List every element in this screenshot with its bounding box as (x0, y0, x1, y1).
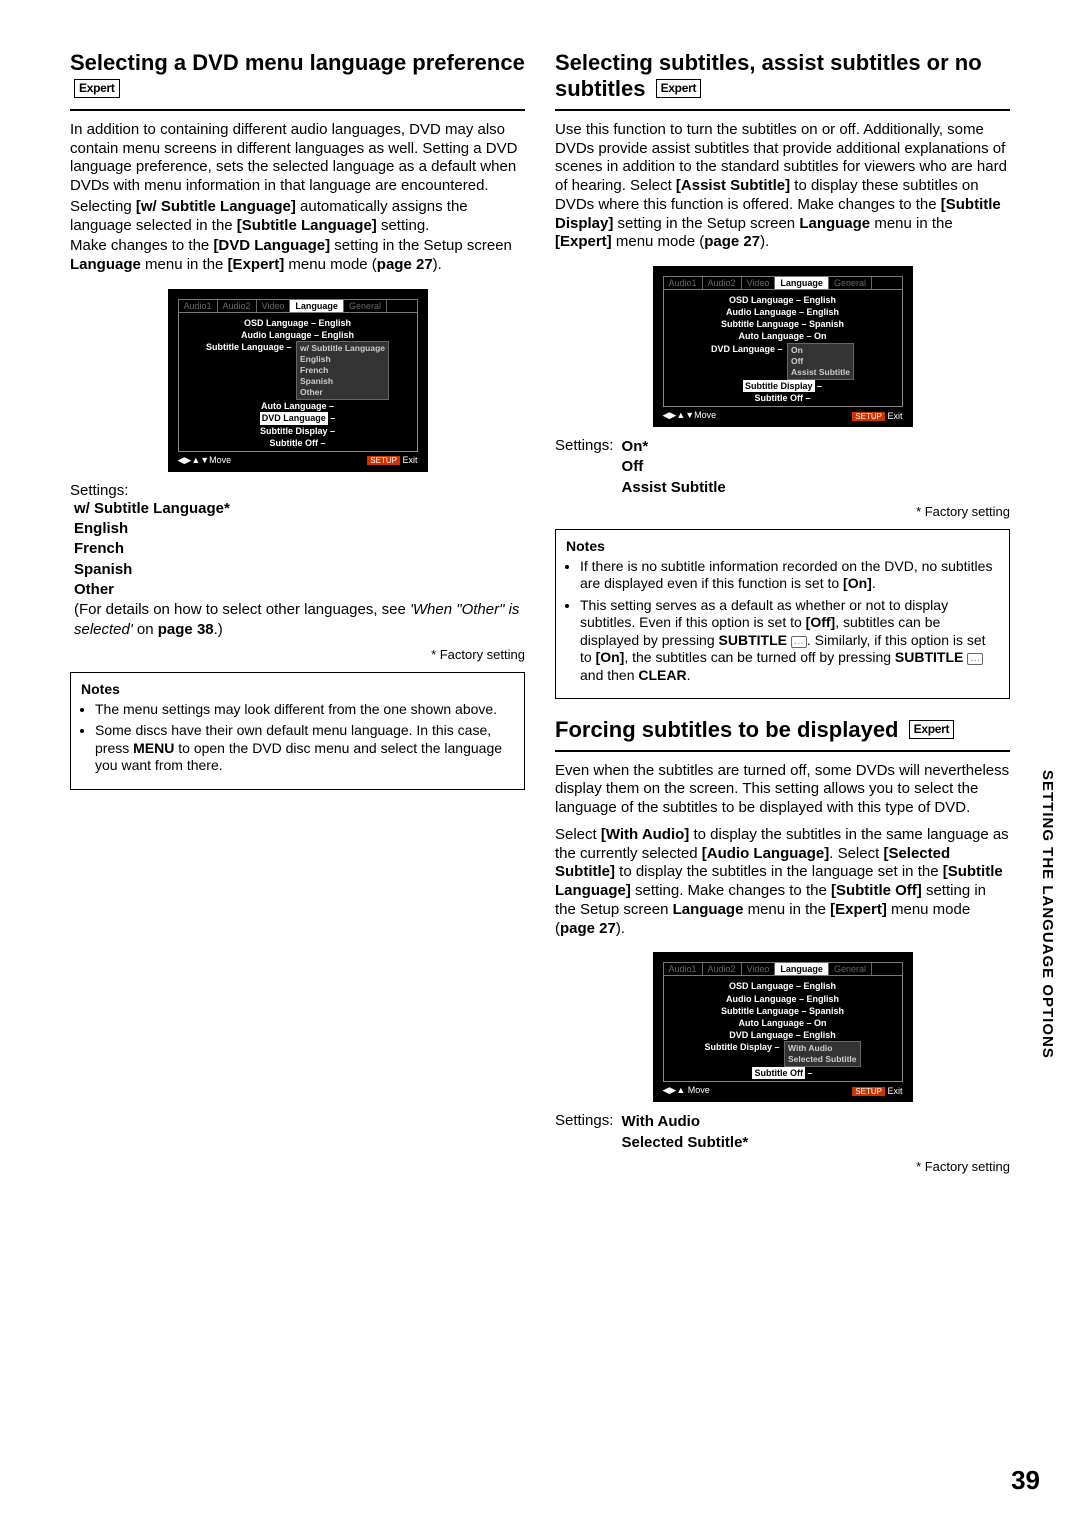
section-title: Selecting a DVD menu language preference… (70, 50, 525, 103)
list-item: If there is no subtitle information reco… (580, 558, 999, 593)
side-chapter-label: SETTING THE LANGUAGE OPTIONS (1039, 770, 1056, 1059)
option: Off (622, 457, 726, 477)
factory-setting-note: * Factory setting (70, 647, 525, 662)
nav-arrows-icon: ◀▶▲▼Move (178, 455, 232, 466)
osd-tab-active: Language (290, 300, 344, 312)
option: Spanish (74, 560, 525, 580)
option: English (74, 519, 525, 539)
option: On* (622, 437, 726, 457)
settings-label: Settings: (70, 482, 128, 499)
left-column: Selecting a DVD menu language preference… (70, 50, 525, 1174)
settings-block: Settings: With Audio Selected Subtitle* (555, 1112, 1010, 1153)
section-title-wrap: Forcing subtitles to be displayed Expert (555, 717, 1010, 751)
page-content: Selecting a DVD menu language preference… (0, 0, 1080, 1214)
osd-tabs: Audio1 Audio2 Video Language General (178, 299, 418, 313)
settings-options: w/ Subtitle Language* English French Spa… (74, 499, 525, 641)
option: Assist Subtitle (622, 478, 726, 498)
osd-dropdown: OnOffAssist Subtitle (787, 343, 854, 380)
section-title-wrap: Selecting subtitles, assist subtitles or… (555, 50, 1010, 111)
option: French (74, 539, 525, 559)
expert-badge: Expert (74, 79, 120, 97)
osd-screenshot: Audio1 Audio2 Video Language General OSD… (653, 952, 913, 1102)
settings-block: Settings: w/ Subtitle Language* English … (70, 482, 525, 641)
body-para: In addition to containing different audi… (70, 121, 525, 196)
list-item: Some discs have their own default menu l… (95, 722, 514, 775)
option: Other (74, 580, 525, 600)
option: With Audio (622, 1112, 749, 1132)
body-para: Even when the subtitles are turned off, … (555, 762, 1010, 818)
body-para: Selecting [w/ Subtitle Language] automat… (70, 198, 525, 236)
osd-body: OSD Language – English Audio Language – … (178, 313, 418, 452)
body-para: Make changes to the [DVD Language] setti… (70, 237, 525, 275)
osd-tab: Video (257, 300, 291, 312)
osd-dropdown: w/ Subtitle LanguageEnglishFrenchSpanish… (296, 341, 389, 400)
osd-screenshot: Audio1 Audio2 Video Language General OSD… (168, 289, 428, 472)
title-text: Selecting subtitles, assist subtitles or… (555, 50, 982, 101)
notes-box: Notes If there is no subtitle informatio… (555, 529, 1010, 700)
page-number: 39 (1011, 1465, 1040, 1496)
body-para: Use this function to turn the subtitles … (555, 121, 1010, 252)
osd-tab: General (344, 300, 387, 312)
factory-setting-note: * Factory setting (555, 1159, 1010, 1174)
factory-setting-note: * Factory setting (555, 504, 1010, 519)
title-text: Selecting a DVD menu language preference (70, 50, 525, 75)
settings-options: With Audio Selected Subtitle* (622, 1112, 749, 1153)
list-item: The menu settings may look different fro… (95, 701, 514, 719)
osd-dropdown: With AudioSelected Subtitle (784, 1041, 861, 1067)
settings-block: Settings: On* Off Assist Subtitle (555, 437, 1010, 498)
osd-footer: ◀▶▲▼Move SETUP Exit (178, 452, 418, 466)
osd-screenshot: Audio1 Audio2 Video Language General OSD… (653, 266, 913, 427)
list-item: This setting serves as a default as whet… (580, 597, 999, 685)
settings-label: Settings: (555, 1112, 613, 1129)
options-extra-note: (For details on how to select other lang… (74, 600, 525, 641)
expert-badge: Expert (909, 720, 955, 738)
option: w/ Subtitle Language* (74, 499, 525, 519)
settings-options: On* Off Assist Subtitle (622, 437, 726, 498)
settings-label: Settings: (555, 437, 613, 454)
title-text: Forcing subtitles to be displayed (555, 717, 899, 742)
osd-tab: Audio1 (179, 300, 218, 312)
body-para: Select [With Audio] to display the subti… (555, 826, 1010, 939)
notes-heading: Notes (81, 681, 514, 697)
notes-heading: Notes (566, 538, 999, 554)
nav-arrows-icon: ◀▶▲ Move (663, 1085, 710, 1096)
setup-badge: SETUP (367, 456, 400, 465)
osd-tab: Audio2 (218, 300, 257, 312)
expert-badge: Expert (656, 79, 702, 97)
section-title: Forcing subtitles to be displayed Expert (555, 717, 1010, 743)
nav-arrows-icon: ◀▶▲▼Move (663, 410, 717, 421)
notes-box: Notes The menu settings may look differe… (70, 672, 525, 790)
option: Selected Subtitle* (622, 1133, 749, 1153)
section-title: Selecting subtitles, assist subtitles or… (555, 50, 1010, 103)
section-title-wrap: Selecting a DVD menu language preference… (70, 50, 525, 111)
right-column: Selecting subtitles, assist subtitles or… (555, 50, 1010, 1174)
